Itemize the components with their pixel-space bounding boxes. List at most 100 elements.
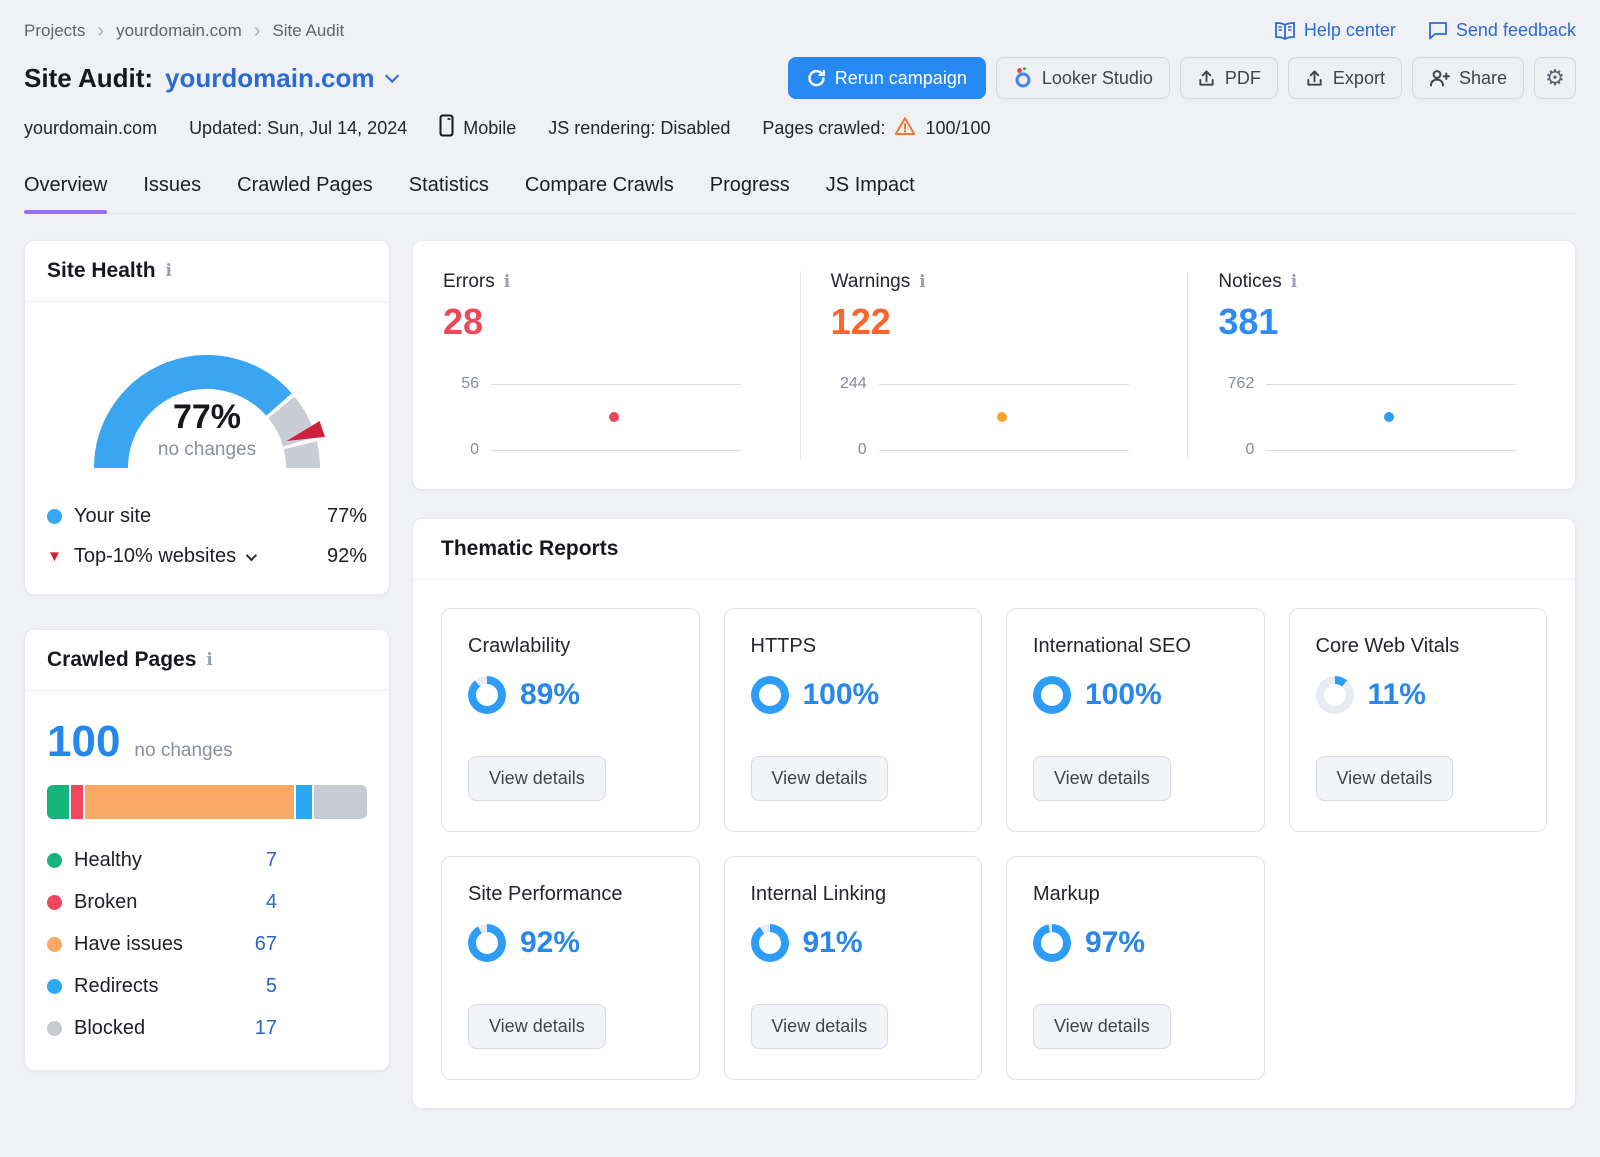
pdf-button[interactable]: PDF [1180, 57, 1278, 99]
your-site-value: 77% [327, 505, 367, 528]
tab-js-impact[interactable]: JS Impact [826, 174, 915, 213]
legend-your-site: Your site 77% [47, 505, 367, 528]
broken-count[interactable]: 4 [266, 891, 277, 914]
view-details-button[interactable]: View details [1033, 1004, 1171, 1049]
view-details-button[interactable]: View details [751, 1004, 889, 1049]
notices-data-point [1384, 412, 1394, 422]
looker-studio-button[interactable]: Looker Studio [996, 57, 1170, 99]
thematic-reports-title: Thematic Reports [441, 537, 618, 561]
view-details-button[interactable]: View details [751, 756, 889, 801]
healthy-count[interactable]: 7 [266, 849, 277, 872]
view-details-button[interactable]: View details [468, 1004, 606, 1049]
blocked-dot-icon [47, 1021, 62, 1036]
report-percent: 92% [520, 926, 580, 960]
report-title: Markup [1033, 883, 1238, 906]
notices-sparkline: 762 0 [1218, 375, 1545, 459]
info-icon[interactable]: i [504, 272, 510, 292]
chevron-down-icon [385, 69, 399, 83]
your-site-label: Your site [74, 505, 151, 528]
report-title: Internal Linking [751, 883, 956, 906]
report-percent: 100% [803, 678, 880, 712]
legend-have-issues: Have issues 67 [47, 933, 277, 956]
tab-overview[interactable]: Overview [24, 174, 107, 213]
report-card-international-seo: International SEO 100% View details [1006, 608, 1265, 832]
warnings-count[interactable]: 122 [831, 301, 1158, 343]
warnings-sparkline: 244 0 [831, 375, 1158, 459]
crawled-pages-total: 100 [47, 717, 120, 767]
book-icon [1274, 22, 1296, 40]
healthy-label: Healthy [74, 849, 142, 872]
warnings-label[interactable]: Warnings [831, 271, 911, 293]
upload-icon [1197, 69, 1216, 88]
broken-dot-icon [47, 895, 62, 910]
legend-redirects: Redirects 5 [47, 975, 277, 998]
spark-max-label: 56 [443, 375, 479, 393]
legend-blocked: Blocked 17 [47, 1017, 277, 1040]
looker-studio-label: Looker Studio [1042, 68, 1153, 89]
notices-label[interactable]: Notices [1218, 271, 1281, 293]
errors-section: Errors i 28 56 0 [413, 271, 800, 459]
have-issues-count[interactable]: 67 [255, 933, 277, 956]
report-card-site-performance: Site Performance 92% View details [441, 856, 700, 1080]
send-feedback-link[interactable]: Send feedback [1428, 20, 1576, 41]
report-card-markup: Markup 97% View details [1006, 856, 1265, 1080]
chevron-down-icon [246, 549, 257, 560]
report-title: Core Web Vitals [1316, 635, 1521, 658]
spark-max-label: 244 [831, 375, 867, 393]
legend-top10-websites[interactable]: ▼ Top-10% websites 92% [47, 545, 367, 568]
view-details-button[interactable]: View details [1316, 756, 1454, 801]
have-issues-dot-icon [47, 937, 62, 952]
donut-0 [468, 676, 506, 714]
speech-bubble-icon [1428, 21, 1448, 40]
issues-summary-card: Errors i 28 56 0 Warnings i [412, 240, 1576, 490]
pages-crawled-value: 100/100 [925, 118, 990, 139]
pages-crawled-label: Pages crawled: [762, 118, 885, 139]
share-button[interactable]: Share [1412, 57, 1524, 99]
export-button[interactable]: Export [1288, 57, 1402, 99]
site-health-change: no changes [67, 439, 347, 461]
pdf-label: PDF [1225, 68, 1261, 89]
report-percent: 91% [803, 926, 863, 960]
report-percent: 97% [1085, 926, 1145, 960]
spark-line [1266, 384, 1516, 385]
rerun-campaign-button[interactable]: Rerun campaign [788, 57, 986, 99]
warning-triangle-icon [894, 116, 916, 141]
report-tabs: Overview Issues Crawled Pages Statistics… [24, 174, 1576, 214]
have-issues-label: Have issues [74, 933, 183, 956]
spark-line [879, 450, 1129, 451]
chevron-right-icon: › [97, 21, 104, 41]
meta-device: Mobile [439, 114, 516, 142]
looker-studio-icon [1013, 67, 1033, 89]
breadcrumb-domain[interactable]: yourdomain.com [116, 21, 242, 41]
tab-issues[interactable]: Issues [143, 174, 201, 213]
view-details-button[interactable]: View details [1033, 756, 1171, 801]
notices-count[interactable]: 381 [1218, 301, 1545, 343]
info-icon[interactable]: i [919, 272, 925, 292]
errors-data-point [609, 412, 619, 422]
info-icon[interactable]: i [166, 261, 172, 281]
spark-line [879, 384, 1129, 385]
spark-line [491, 450, 741, 451]
redirects-count[interactable]: 5 [266, 975, 277, 998]
tab-statistics[interactable]: Statistics [409, 174, 489, 213]
tab-crawled-pages[interactable]: Crawled Pages [237, 174, 373, 213]
tab-compare-crawls[interactable]: Compare Crawls [525, 174, 674, 213]
campaign-selector[interactable]: yourdomain.com [165, 63, 394, 94]
healthy-dot-icon [47, 853, 62, 868]
info-icon[interactable]: i [206, 650, 212, 670]
meta-device-label: Mobile [463, 118, 516, 139]
settings-button[interactable]: ⚙ [1534, 57, 1576, 99]
report-card-crawlability: Crawlability 89% View details [441, 608, 700, 832]
info-icon[interactable]: i [1291, 272, 1297, 292]
report-card-internal-linking: Internal Linking 91% View details [724, 856, 983, 1080]
errors-label[interactable]: Errors [443, 271, 495, 293]
help-center-link[interactable]: Help center [1274, 20, 1396, 41]
view-details-button[interactable]: View details [468, 756, 606, 801]
tab-progress[interactable]: Progress [710, 174, 790, 213]
blocked-count[interactable]: 17 [255, 1017, 277, 1040]
breadcrumb-projects[interactable]: Projects [24, 21, 85, 41]
errors-count[interactable]: 28 [443, 301, 770, 343]
bar-segment-redirects [294, 785, 312, 819]
crawled-pages-card: Crawled Pages i 100 no changes Healthy 7 [24, 629, 390, 1071]
report-percent: 100% [1085, 678, 1162, 712]
